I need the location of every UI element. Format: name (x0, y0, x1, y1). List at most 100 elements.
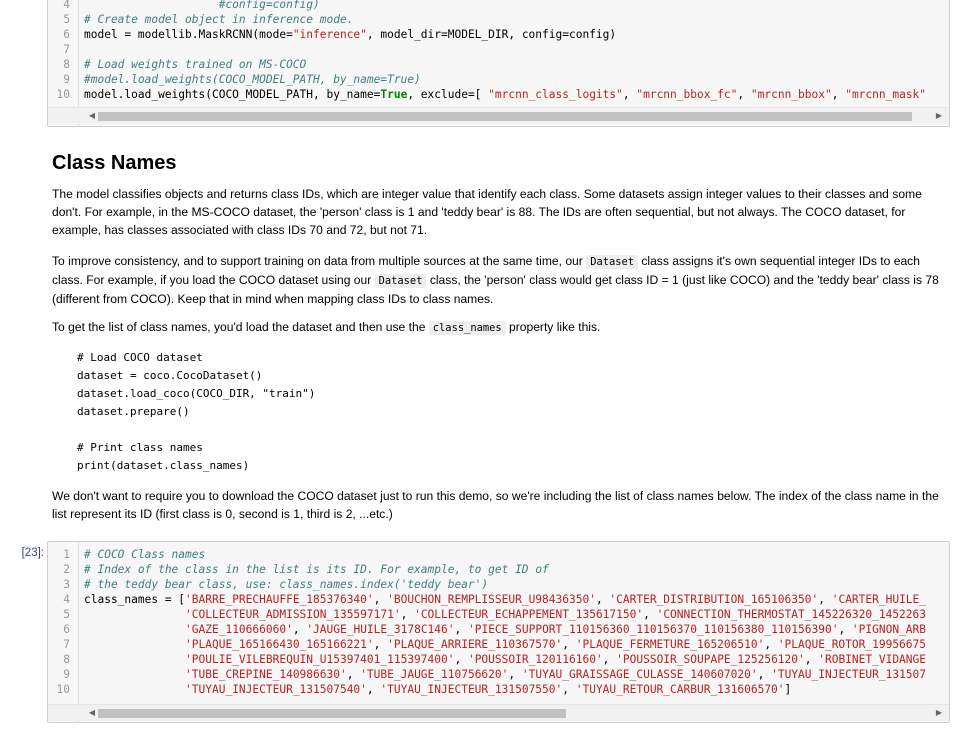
code-token: model = modellib.MaskRCNN(mode= (84, 28, 293, 41)
code-text: class_names = ['BARRE_PRECHAUFFE_1853763… (84, 592, 926, 607)
code-token: "inference" (292, 28, 367, 41)
code-token: 'COLLECTEUR_ECHAPPEMENT_135617150' (414, 608, 644, 621)
code-token: 'TUYAU_INJECTEUR_131507540' (185, 683, 367, 696)
paragraph-demo-note: We don't want to require you to download… (52, 489, 939, 522)
code-line[interactable]: 1 # COCO Class names (48, 547, 949, 562)
code-token: #config=config) (84, 0, 320, 11)
code-text: # COCO Class names (84, 547, 205, 562)
code-line[interactable]: 4 class_names = ['BARRE_PRECHAUFFE_185376… (48, 592, 949, 607)
code-line[interactable]: 5 'COLLECTEUR_ADMISSION_135597171', 'COL… (48, 607, 949, 622)
code-cell-bottom[interactable]: 1 # COCO Class names 2 # Index of the class… (47, 541, 950, 723)
code-line[interactable]: 8 'POULIE_VILEBREQUIN_U15397401_11539740… (48, 652, 949, 667)
line-number: 2 (63, 563, 70, 576)
code-token: # Index of the class in the list is its … (84, 563, 549, 576)
code-token: , (562, 683, 576, 696)
code-line[interactable]: 7 (48, 42, 949, 57)
code-token: "mrcnn_mask" (845, 88, 927, 101)
code-cell-top[interactable]: 4 #config=config) 5 # Create model object … (47, 0, 950, 127)
code-text: 'POULIE_VILEBREQUIN_U15397401_115397400'… (84, 652, 926, 667)
code-line[interactable]: 6 'GAZE_110666060', 'JAUGE_HUILE_3178C14… (48, 622, 949, 637)
line-number: 9 (63, 668, 70, 681)
line-number: 4 (63, 0, 70, 11)
code-text: # the teddy bear class, use: class_names… (84, 577, 488, 592)
code-token: 'PIECE_SUPPORT_110156360_110156370_11015… (467, 623, 839, 636)
code-token: , (400, 608, 415, 621)
code-token: #model.load_weights(COCO_MODEL_PATH, by_… (84, 73, 421, 86)
code-token: , (292, 623, 307, 636)
code-token: 'TUBE_CREPINE_140986630' (185, 668, 347, 681)
code-token: 'TUYAU_INJECTEUR_131507550' (380, 683, 563, 696)
code-token: , (838, 623, 852, 636)
scrollbar-thumb[interactable] (98, 112, 912, 121)
code-token: , (595, 593, 610, 606)
code-token: # COCO Class names (84, 548, 206, 561)
horizontal-scrollbar[interactable]: ◀ ▶ (48, 107, 949, 124)
code-token: 'POUSSOIR_SOUPAPE_125256120' (616, 653, 805, 666)
code-token: "mrcnn_class_logits" (488, 88, 623, 101)
scrollbar-thumb[interactable] (98, 709, 566, 718)
code-line[interactable]: 7 'PLAQUE_165166430_165166221', 'PLAQUE_… (48, 637, 949, 652)
line-number: 8 (63, 58, 70, 71)
code-text: model.load_weights(COCO_MODEL_PATH, by_n… (84, 87, 926, 102)
code-token: , (346, 668, 361, 681)
code-token: "mrcnn_bbox" (750, 88, 832, 101)
code-token: , (622, 88, 637, 101)
text-span: property like this. (505, 320, 601, 334)
code-line[interactable]: 6 model = modellib.MaskRCNN(mode="inferen… (48, 27, 949, 42)
code-token: 'JAUGE_HUILE_3178C146' (306, 623, 455, 636)
code-token: # Create model object in inference mode. (84, 13, 354, 26)
code-token: 'ROBINET_VIDANGE (818, 653, 927, 666)
code-token: True (380, 88, 408, 101)
code-text: # Load weights trained on MS-COCO (84, 57, 306, 72)
code-token: , (764, 638, 778, 651)
code-token: 'POULIE_VILEBREQUIN_U15397401_115397400' (185, 653, 455, 666)
code-text: 'TUYAU_INJECTEUR_131507540', 'TUYAU_INJE… (84, 682, 791, 697)
code-token: class_names = [ (84, 593, 186, 606)
code-token: , (818, 593, 832, 606)
code-token: , (373, 593, 388, 606)
code-token: 'COLLECTEUR_ADMISSION_135597171' (185, 608, 401, 621)
code-token: , (562, 638, 576, 651)
code-token: , (508, 668, 522, 681)
text-span: To improve consistency, and to support t… (52, 254, 587, 268)
code-token: 'CONNECTION_THERMOSTAT_145226320_1452263 (656, 608, 926, 621)
code-token: # the teddy bear class, use: class_names… (84, 578, 489, 591)
code-text: #model.load_weights(COCO_MODEL_PATH, by_… (84, 72, 421, 87)
code-line[interactable]: 8 # Load weights trained on MS-COCO (48, 57, 949, 72)
scroll-right-arrow-icon[interactable]: ▶ (931, 108, 947, 124)
code-token: 'PLAQUE_FERMETURE_165206510' (575, 638, 765, 651)
code-token: , (602, 653, 617, 666)
code-line[interactable]: 3 # the teddy bear class, use: class_name… (48, 577, 949, 592)
code-text: model = modellib.MaskRCNN(mode="inferenc… (84, 27, 616, 42)
code-token: 'PLAQUE_ROTOR_19956675 (777, 638, 926, 651)
line-number: 3 (63, 578, 70, 591)
line-number: 10 (56, 683, 70, 696)
code-line[interactable]: 9 'TUBE_CREPINE_140986630', 'TUBE_JAUGE_… (48, 667, 949, 682)
line-number: 5 (63, 608, 70, 621)
code-token: , exclude=[ (407, 88, 489, 101)
code-line[interactable]: 4 #config=config) (48, 0, 949, 12)
line-number: 10 (56, 88, 70, 101)
code-token: 'CARTER_HUILE_ (831, 593, 927, 606)
code-token: , model_dir=MODEL_DIR, config=config) (366, 28, 617, 41)
code-text: # Index of the class in the list is its … (84, 562, 549, 577)
markdown-code-block: # Load COCO dataset dataset = coco.CocoD… (77, 351, 316, 472)
code-token: 'PLAQUE_ARRIERE_110367570' (387, 638, 563, 651)
code-line[interactable]: 10 model.load_weights(COCO_MODEL_PATH, by… (48, 87, 949, 102)
horizontal-scrollbar[interactable]: ◀ ▶ (48, 704, 949, 721)
code-line[interactable]: 2 # Index of the class in the list is its… (48, 562, 949, 577)
code-line[interactable]: 5 # Create model object in inference mode… (48, 12, 949, 27)
line-number: 1 (63, 548, 70, 561)
scroll-right-arrow-icon[interactable]: ▶ (931, 705, 947, 721)
code-line[interactable]: 9 #model.load_weights(COCO_MODEL_PATH, by… (48, 72, 949, 87)
line-number: 9 (63, 73, 70, 86)
code-token: , (643, 608, 657, 621)
code-line[interactable]: 10 'TUYAU_INJECTEUR_131507540', 'TUYAU_I… (48, 682, 949, 697)
code-token: , (737, 88, 751, 101)
code-token: , (831, 88, 846, 101)
code-token: 'CARTER_DISTRIBUTION_165106350' (609, 593, 819, 606)
